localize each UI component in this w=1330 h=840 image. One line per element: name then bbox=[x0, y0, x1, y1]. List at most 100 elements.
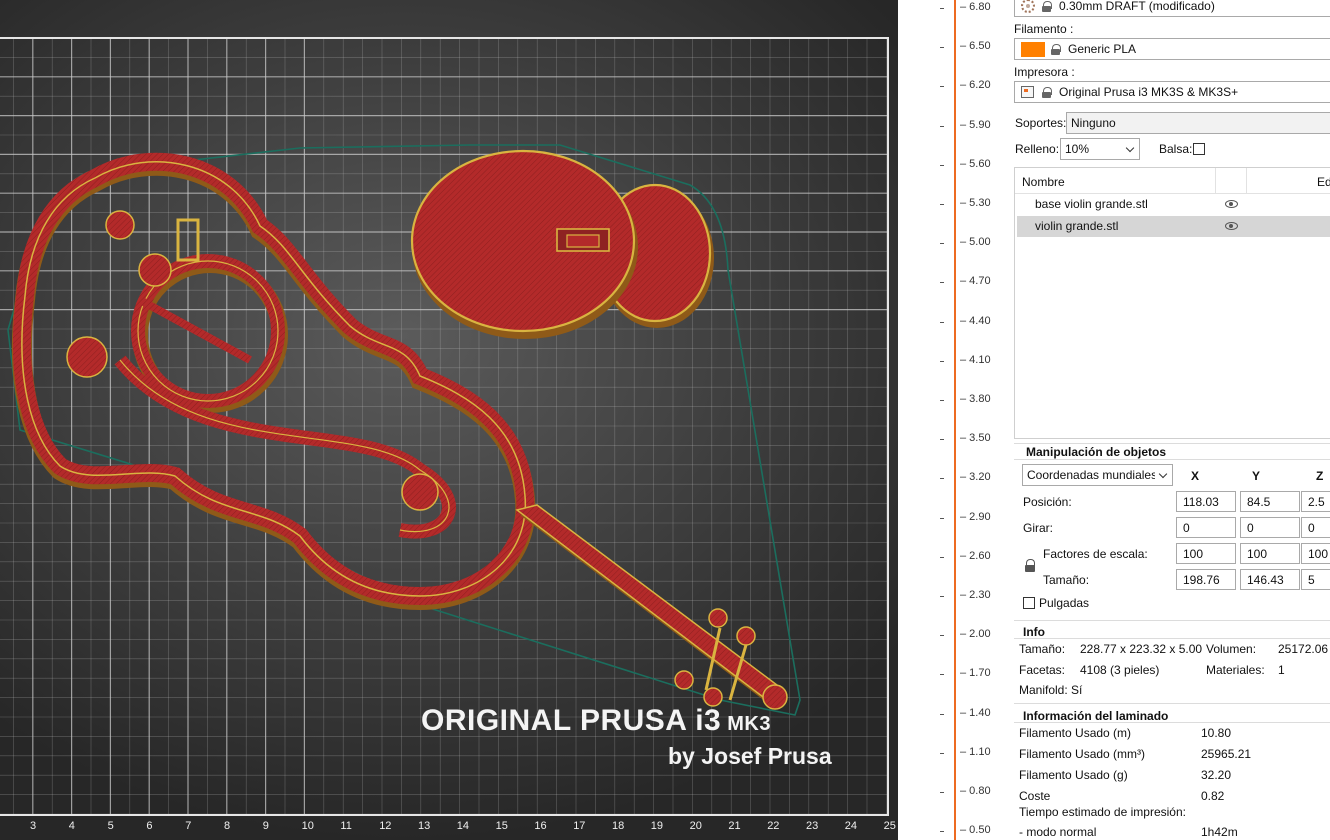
layer-height-label: – 4.70 bbox=[960, 275, 991, 288]
layer-tick bbox=[940, 164, 944, 166]
size-label: Tamaño: bbox=[1043, 573, 1090, 587]
rotate-y-input[interactable]: 0 bbox=[1240, 517, 1300, 538]
position-z-input[interactable]: 2.5 bbox=[1301, 491, 1330, 512]
x-axis-tick: 21 bbox=[728, 820, 741, 832]
position-label: Posición: bbox=[1023, 495, 1072, 509]
position-y-input[interactable]: 84.5 bbox=[1240, 491, 1300, 512]
layer-height-label: – 0.80 bbox=[960, 785, 991, 797]
axis-y-header: Y bbox=[1252, 469, 1261, 483]
filament-combo[interactable]: Generic PLA bbox=[1014, 38, 1330, 60]
layer-height-label: – 5.90 bbox=[960, 118, 991, 131]
scale-x-input[interactable]: 100 bbox=[1176, 543, 1236, 564]
info-volume-value: 25172.06 bbox=[1278, 642, 1329, 656]
layer-height-label: – 5.00 bbox=[960, 236, 991, 249]
filament-value: Generic PLA bbox=[1068, 42, 1137, 56]
layer-height-label: – 3.50 bbox=[960, 432, 991, 445]
info-size-label: Tamaño: bbox=[1019, 642, 1066, 656]
layer-height-label: – 6.20 bbox=[960, 79, 991, 92]
layer-height-label: – 1.70 bbox=[960, 667, 991, 680]
settings-sidebar: 0.30mm DRAFT (modificado) Filamento : Ge… bbox=[1006, 0, 1330, 840]
object-name: base violin grande.stl bbox=[1035, 197, 1148, 211]
rotate-label: Girar: bbox=[1023, 521, 1053, 535]
layer-slider-track[interactable] bbox=[954, 0, 956, 840]
inches-checkbox[interactable] bbox=[1023, 597, 1035, 609]
layer-tick bbox=[940, 596, 944, 597]
filament-color-swatch bbox=[1021, 41, 1045, 57]
printer-icon bbox=[1021, 86, 1034, 98]
infill-label: Relleno: bbox=[1015, 142, 1060, 156]
scale-z-input[interactable]: 100 bbox=[1301, 543, 1330, 564]
rotate-z-input[interactable]: 0 bbox=[1301, 517, 1330, 538]
column-edit-header[interactable]: Ed bbox=[1317, 175, 1330, 189]
printer-value: Original Prusa i3 MK3S & MK3S+ bbox=[1059, 85, 1239, 99]
layer-tick bbox=[940, 243, 944, 245]
size-z-input[interactable]: 5 bbox=[1301, 569, 1330, 590]
info-manifold: Manifold: Sí bbox=[1019, 683, 1083, 697]
layer-height-label: – 2.60 bbox=[960, 549, 991, 562]
coordinates-select[interactable]: Coordenadas mundiales bbox=[1022, 464, 1173, 486]
layer-tick bbox=[940, 360, 944, 362]
divider bbox=[1014, 703, 1330, 704]
layer-height-label: – 2.90 bbox=[960, 510, 991, 523]
layer-tick bbox=[940, 282, 944, 284]
settings-gear-icon bbox=[1021, 0, 1035, 13]
layer-height-label: – 1.40 bbox=[960, 706, 991, 719]
divider bbox=[1014, 459, 1330, 460]
eye-icon[interactable] bbox=[1225, 222, 1238, 230]
x-axis-tick: 18 bbox=[612, 820, 625, 832]
divider bbox=[1014, 620, 1330, 621]
info-title: Info bbox=[1023, 625, 1045, 639]
print-profile-combo[interactable]: 0.30mm DRAFT (modificado) bbox=[1014, 0, 1330, 17]
divider bbox=[1014, 722, 1330, 723]
info-volume-label: Volumen: bbox=[1206, 642, 1257, 656]
divider bbox=[1014, 638, 1330, 639]
layer-tick bbox=[940, 517, 944, 519]
x-axis-tick: 10 bbox=[301, 820, 314, 832]
brim-checkbox[interactable] bbox=[1193, 143, 1205, 155]
object-row-base[interactable]: base violin grande.stl bbox=[1017, 194, 1330, 215]
scale-lock-icon[interactable] bbox=[1025, 559, 1036, 573]
column-name-header[interactable]: Nombre bbox=[1022, 175, 1065, 189]
position-x-input[interactable]: 118.03 bbox=[1176, 491, 1236, 512]
object-row-violin[interactable]: violin grande.stl bbox=[1017, 216, 1330, 237]
layer-slider[interactable]: – 6.80 – 6.50 – 6.20 – 5.90 – 5.60 – 5.30 – 5.… bbox=[898, 0, 1006, 840]
axis-x-header: X bbox=[1191, 469, 1200, 483]
infill-select[interactable]: 10% bbox=[1060, 138, 1140, 160]
layer-tick bbox=[940, 831, 944, 833]
supports-select[interactable]: Ninguno bbox=[1066, 112, 1330, 134]
size-y-input[interactable]: 146.43 bbox=[1240, 569, 1300, 590]
size-x-input[interactable]: 198.76 bbox=[1176, 569, 1236, 590]
layer-tick bbox=[940, 556, 944, 558]
layer-tick bbox=[940, 400, 944, 401]
printer-combo[interactable]: Original Prusa i3 MK3S & MK3S+ bbox=[1014, 81, 1330, 103]
slice-info-label: Coste bbox=[1019, 789, 1051, 803]
eye-icon[interactable] bbox=[1225, 200, 1238, 208]
manipulation-title: Manipulación de objetos bbox=[1026, 445, 1167, 459]
bed-logo-author: by Josef Prusa bbox=[668, 743, 832, 769]
x-axis-tick: 19 bbox=[650, 820, 664, 832]
bed-logo-title: ORIGINAL PRUSA i3 MK3 bbox=[421, 704, 771, 737]
layer-tick bbox=[940, 321, 944, 323]
object-list[interactable]: Nombre Ed base violin grande.stl violin … bbox=[1014, 167, 1330, 439]
slice-info-label: Filamento Usado (mm³) bbox=[1019, 747, 1146, 761]
scale-y-input[interactable]: 100 bbox=[1240, 543, 1300, 564]
rotate-x-input[interactable]: 0 bbox=[1176, 517, 1236, 538]
slice-info-label: Filamento Usado (m) bbox=[1019, 726, 1132, 740]
3d-viewport[interactable]: ORIGINAL PRUSA i3 MK3 by Josef Prusa 3 4 5 6… bbox=[0, 0, 898, 840]
printer-label: Impresora : bbox=[1014, 65, 1075, 79]
layer-tick bbox=[940, 792, 944, 793]
info-facets-label: Facetas: bbox=[1019, 663, 1066, 677]
x-axis-tick: 3 bbox=[30, 820, 37, 832]
layer-height-label: – 1.10 bbox=[960, 745, 991, 758]
layer-tick bbox=[940, 478, 944, 480]
x-axis-tick: 8 bbox=[224, 820, 231, 832]
layer-height-label: – 0.50 bbox=[960, 824, 991, 837]
layer-tick bbox=[940, 713, 944, 715]
column-divider bbox=[1215, 168, 1216, 194]
axis-z-header: Z bbox=[1316, 469, 1324, 483]
object-list-header: Nombre Ed bbox=[1015, 168, 1330, 194]
slice-info-value: 25965.21 bbox=[1201, 747, 1252, 761]
filament-label: Filamento : bbox=[1014, 22, 1074, 36]
x-axis-tick: 14 bbox=[456, 820, 470, 832]
slice-info-value: 1h42m bbox=[1201, 825, 1238, 839]
